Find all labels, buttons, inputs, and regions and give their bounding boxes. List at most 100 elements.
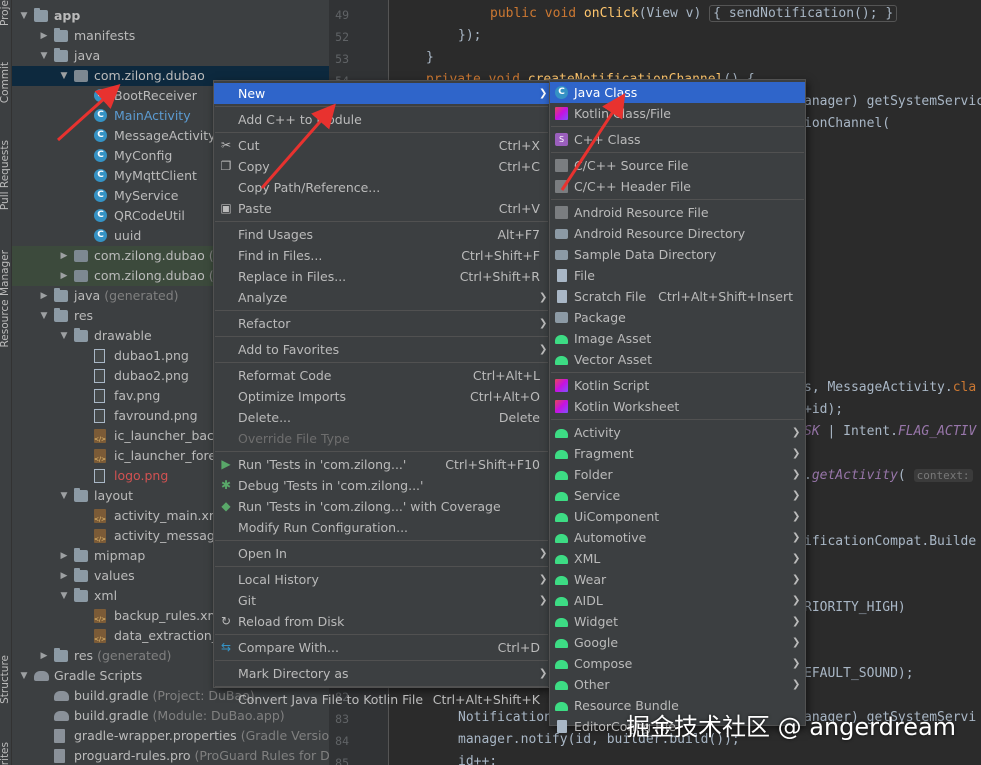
tree-row[interactable]: ▼ app bbox=[12, 6, 329, 26]
menu-item[interactable]: Sample Data Directory bbox=[550, 244, 805, 265]
menu-item[interactable]: Git ❯ bbox=[214, 590, 549, 611]
menu-item[interactable]: Replace in Files... Ctrl+Shift+R bbox=[214, 266, 549, 287]
menu-item[interactable]: Reformat Code Ctrl+Alt+L bbox=[214, 365, 549, 386]
chevron-right-icon[interactable]: ▶ bbox=[58, 546, 70, 566]
chevron-right-icon[interactable]: ▶ bbox=[38, 646, 50, 666]
chevron-down-icon[interactable]: ▼ bbox=[38, 306, 50, 326]
chevron-down-icon[interactable]: ▼ bbox=[58, 486, 70, 506]
menu-item[interactable]: ▣ Paste Ctrl+V bbox=[214, 198, 549, 219]
menu-item[interactable]: AIDL ❯ bbox=[550, 590, 805, 611]
menu-item[interactable]: Open In ❯ bbox=[214, 543, 549, 564]
menu-item[interactable]: Copy Path/Reference... bbox=[214, 177, 549, 198]
tree-label: dubao1.png bbox=[114, 348, 189, 363]
context-menu: New ❯ Add C++ to Module ✂ Cut Ctrl+X ❐ Copy Ctrl… bbox=[213, 80, 550, 707]
menu-item[interactable]: Android Resource Directory bbox=[550, 223, 805, 244]
menu-item[interactable]: ✂ Cut Ctrl+X bbox=[214, 135, 549, 156]
menu-item[interactable]: ✱ Debug 'Tests in 'com.zilong...' bbox=[214, 475, 549, 496]
chevron-down-icon[interactable]: ▼ bbox=[58, 586, 70, 606]
code-line: id++; bbox=[458, 754, 497, 765]
menu-item[interactable]: Scratch File Ctrl+Alt+Shift+Insert bbox=[550, 286, 805, 307]
menu-item[interactable]: ⇆ Compare With... Ctrl+D bbox=[214, 637, 549, 658]
tree-row[interactable]: proguard-rules.pro (ProGuard Rules for Du bbox=[12, 746, 329, 765]
menu-item[interactable]: Kotlin Script bbox=[550, 375, 805, 396]
menu-item[interactable]: C Java Class bbox=[550, 82, 805, 103]
menu-item[interactable]: Convert Java File to Kotlin File Ctrl+Alt… bbox=[214, 689, 549, 710]
menu-item[interactable]: Vector Asset bbox=[550, 349, 805, 370]
menu-item[interactable]: C/C++ Header File bbox=[550, 176, 805, 197]
menu-item-label: Local History bbox=[238, 572, 319, 587]
tree-row[interactable]: ▼ java bbox=[12, 46, 329, 66]
menu-item[interactable]: ❐ Copy Ctrl+C bbox=[214, 156, 549, 177]
android-icon bbox=[555, 618, 568, 627]
menu-item-label: Override File Type bbox=[238, 431, 350, 446]
menu-item[interactable]: Local History ❯ bbox=[214, 569, 549, 590]
menu-item[interactable]: Compose ❯ bbox=[550, 653, 805, 674]
paste-icon: ▣ bbox=[220, 201, 232, 215]
chevron-right-icon[interactable]: ▶ bbox=[58, 266, 70, 286]
menu-item[interactable]: Kotlin Worksheet bbox=[550, 396, 805, 417]
menu-item[interactable]: XML ❯ bbox=[550, 548, 805, 569]
chevron-down-icon[interactable]: ▼ bbox=[18, 6, 30, 26]
menu-item-label: Java Class bbox=[574, 85, 638, 100]
image-file-icon bbox=[94, 409, 105, 423]
file-icon bbox=[557, 269, 567, 282]
menu-item-label: Package bbox=[574, 310, 626, 325]
menu-item[interactable]: UiComponent ❯ bbox=[550, 506, 805, 527]
menu-item[interactable]: Refactor ❯ bbox=[214, 313, 549, 334]
menu-item[interactable]: Modify Run Configuration... bbox=[214, 517, 549, 538]
class-icon: C bbox=[94, 109, 107, 122]
menu-item[interactable]: ↻ Reload from Disk bbox=[214, 611, 549, 632]
menu-item[interactable]: Folder ❯ bbox=[550, 464, 805, 485]
menu-item-label: UiComponent bbox=[574, 509, 660, 524]
chevron-right-icon: ❯ bbox=[792, 469, 801, 480]
code-line: SK | Intent.FLAG_ACTIV bbox=[804, 424, 976, 439]
menu-item[interactable]: Wear ❯ bbox=[550, 569, 805, 590]
chevron-down-icon[interactable]: ▼ bbox=[58, 326, 70, 346]
menu-item[interactable]: Delete... Delete bbox=[214, 407, 549, 428]
menu-item[interactable]: Find in Files... Ctrl+Shift+F bbox=[214, 245, 549, 266]
chevron-right-icon[interactable]: ▶ bbox=[38, 286, 50, 306]
menu-item-label: Kotlin Worksheet bbox=[574, 399, 680, 414]
menu-item[interactable]: Fragment ❯ bbox=[550, 443, 805, 464]
menu-item[interactable]: ◆ Run 'Tests in 'com.zilong...' with Cove… bbox=[214, 496, 549, 517]
menu-item[interactable]: Find Usages Alt+F7 bbox=[214, 224, 549, 245]
menu-item[interactable]: Other ❯ bbox=[550, 674, 805, 695]
line-number: 52 bbox=[335, 30, 349, 44]
menu-item[interactable]: Add C++ to Module bbox=[214, 109, 549, 130]
tree-row[interactable]: gradle-wrapper.properties(Gradle Version… bbox=[12, 726, 329, 746]
menu-item[interactable]: Widget ❯ bbox=[550, 611, 805, 632]
chevron-down-icon[interactable]: ▼ bbox=[18, 666, 30, 686]
compare-icon: ⇆ bbox=[220, 640, 232, 654]
tree-label: MainActivity bbox=[114, 108, 191, 123]
menu-item[interactable]: C/C++ Source File bbox=[550, 155, 805, 176]
menu-item[interactable]: S C++ Class bbox=[550, 129, 805, 150]
menu-item[interactable]: Service ❯ bbox=[550, 485, 805, 506]
menu-item[interactable]: Kotlin Class/File bbox=[550, 103, 805, 124]
menu-item[interactable]: Analyze ❯ bbox=[214, 287, 549, 308]
menu-item[interactable]: Activity ❯ bbox=[550, 422, 805, 443]
chevron-down-icon[interactable]: ▼ bbox=[58, 66, 70, 86]
menu-item[interactable]: Mark Directory as ❯ bbox=[214, 663, 549, 684]
menu-item[interactable]: File bbox=[550, 265, 805, 286]
menu-item[interactable]: Automotive ❯ bbox=[550, 527, 805, 548]
chevron-right-icon: ❯ bbox=[792, 553, 801, 564]
menu-item[interactable]: New ❯ bbox=[214, 83, 549, 104]
menu-separator bbox=[551, 152, 804, 153]
tree-label: layout bbox=[94, 488, 134, 503]
menu-item[interactable]: ▶ Run 'Tests in 'com.zilong...' Ctrl+Shift… bbox=[214, 454, 549, 475]
menu-item[interactable]: Optimize Imports Ctrl+Alt+O bbox=[214, 386, 549, 407]
menu-item[interactable]: Image Asset bbox=[550, 328, 805, 349]
menu-item[interactable]: Google ❯ bbox=[550, 632, 805, 653]
menu-item-shortcut: Ctrl+Alt+Shift+K bbox=[432, 692, 540, 707]
menu-item[interactable]: Android Resource File bbox=[550, 202, 805, 223]
menu-item[interactable]: Override File Type bbox=[214, 428, 549, 449]
chevron-down-icon[interactable]: ▼ bbox=[38, 46, 50, 66]
chevron-right-icon[interactable]: ▶ bbox=[38, 26, 50, 46]
tree-label: com.zilong.dubao(te bbox=[94, 266, 226, 286]
menu-item[interactable]: Package bbox=[550, 307, 805, 328]
chevron-right-icon[interactable]: ▶ bbox=[58, 566, 70, 586]
android-icon bbox=[555, 356, 568, 365]
tree-row[interactable]: ▶ manifests bbox=[12, 26, 329, 46]
menu-item[interactable]: Add to Favorites ❯ bbox=[214, 339, 549, 360]
chevron-right-icon[interactable]: ▶ bbox=[58, 246, 70, 266]
